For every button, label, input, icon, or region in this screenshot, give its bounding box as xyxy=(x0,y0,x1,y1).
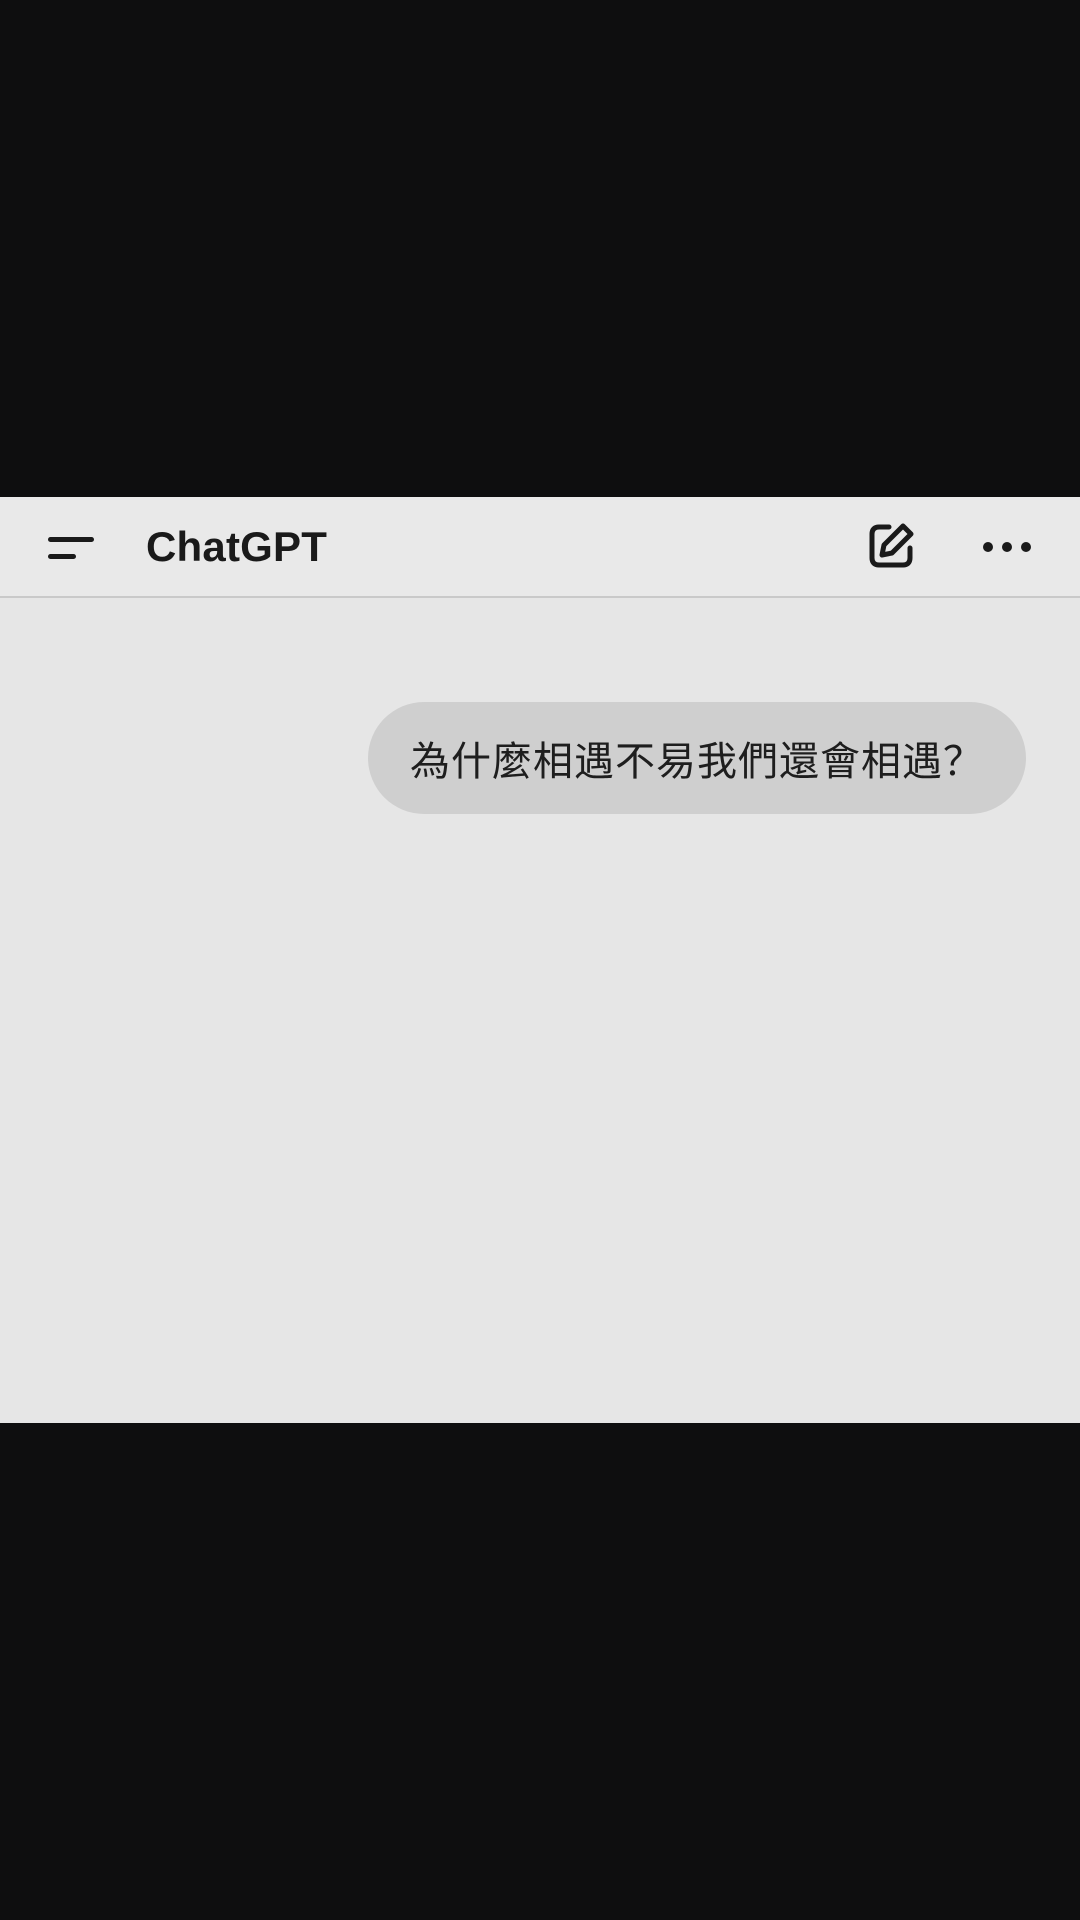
more-options-button[interactable] xyxy=(976,519,1038,575)
app-header: ChatGPT xyxy=(0,497,1080,598)
edit-icon xyxy=(869,523,914,568)
user-message-text: 為什麼相遇不易我們還會相遇？ xyxy=(410,739,984,785)
letterbox-bottom xyxy=(0,1423,1080,1920)
letterbox-top xyxy=(0,0,1080,497)
video-frame: ChatGPT 為什麼相遇不易我們還會相遇？ xyxy=(0,0,1080,1920)
user-message-bubble: 為什麼相遇不易我們還會相遇？ xyxy=(368,702,1026,814)
new-chat-button[interactable] xyxy=(862,515,920,577)
chatgpt-app: ChatGPT 為什麼相遇不易我們還會相遇？ xyxy=(0,497,1080,1423)
menu-button[interactable] xyxy=(44,521,100,575)
menu-icon xyxy=(48,537,94,559)
chat-thread: 為什麼相遇不易我們還會相遇？ xyxy=(0,598,1080,1423)
ellipsis-icon xyxy=(983,542,1031,552)
app-title: ChatGPT xyxy=(146,523,328,570)
